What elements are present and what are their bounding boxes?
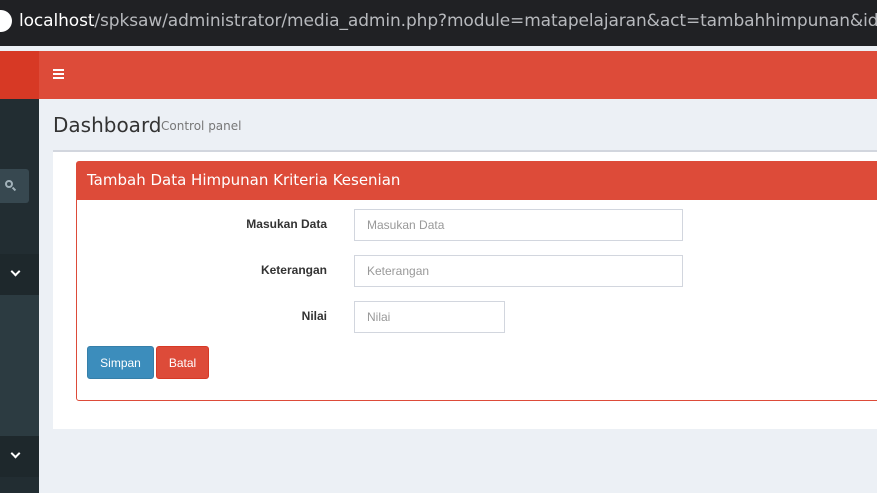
top-navbar [0, 51, 877, 99]
sidebar-menu-item[interactable] [0, 436, 39, 477]
url-path: /spksaw/administrator/media_admin.php?mo… [94, 11, 877, 31]
chevron-down-icon [10, 448, 21, 459]
sidebar [0, 99, 39, 493]
page-title: Dashboard [53, 113, 162, 137]
url-host: localhost [19, 11, 95, 31]
chevron-down-icon [10, 266, 21, 277]
sidebar-search-button[interactable] [0, 169, 29, 203]
label-masukan-data: Masukan Data [246, 217, 327, 231]
label-nilai: Nilai [301, 309, 327, 323]
keterangan-input[interactable] [354, 255, 683, 287]
sidebar-submenu [0, 295, 39, 436]
logo-area[interactable] [0, 51, 39, 99]
batal-button[interactable]: Batal [156, 346, 209, 379]
hamburger-icon[interactable] [53, 69, 64, 79]
content-box: Tambah Data Himpunan Kriteria Kesenian M… [53, 150, 877, 429]
url-text[interactable]: localhost/spksaw/administrator/media_adm… [19, 11, 877, 31]
browser-address-bar[interactable]: localhost/spksaw/administrator/media_adm… [0, 0, 877, 46]
form-title: Tambah Data Himpunan Kriteria Kesenian [87, 171, 401, 189]
simpan-button[interactable]: Simpan [87, 346, 154, 379]
masukan-data-input[interactable] [354, 209, 683, 241]
site-info-icon[interactable] [0, 10, 12, 32]
sidebar-menu-item[interactable] [0, 254, 39, 295]
panel-heading: Tambah Data Himpunan Kriteria Kesenian [77, 162, 877, 200]
page-subtitle: Control panel [161, 119, 242, 133]
nilai-input[interactable] [354, 301, 505, 333]
form-panel: Tambah Data Himpunan Kriteria Kesenian M… [76, 161, 877, 401]
label-keterangan: Keterangan [260, 263, 327, 277]
